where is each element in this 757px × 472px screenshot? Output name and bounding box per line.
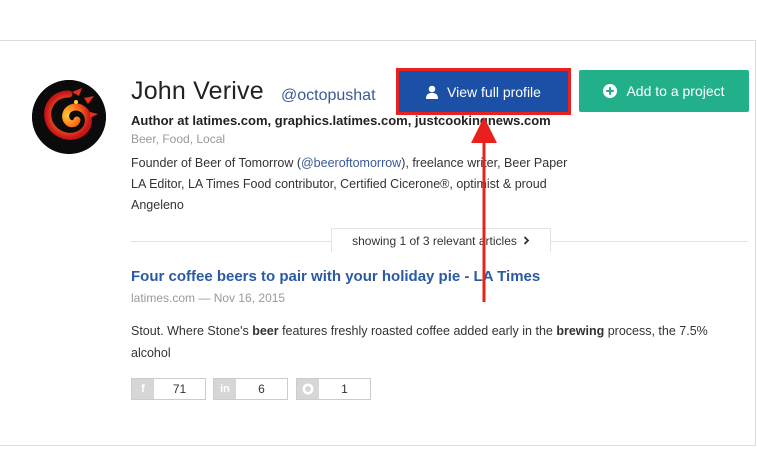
linkedin-icon: in bbox=[214, 379, 236, 399]
pinterest-share-button[interactable]: 1 bbox=[296, 378, 371, 400]
article-date: Nov 16, 2015 bbox=[213, 291, 286, 305]
linkedin-share-button[interactable]: in 6 bbox=[213, 378, 288, 400]
view-full-profile-button[interactable]: View full profile bbox=[396, 68, 571, 115]
avatar[interactable] bbox=[32, 80, 106, 154]
profile-bio: Founder of Beer of Tomorrow (@beeroftomo… bbox=[131, 153, 571, 216]
plus-circle-icon bbox=[603, 84, 618, 98]
meta-separator: — bbox=[198, 291, 211, 305]
snippet-highlight: brewing bbox=[556, 324, 605, 338]
article-pager[interactable]: showing 1 of 3 relevant articles bbox=[331, 228, 551, 252]
snippet-part: features freshly roasted coffee added ea… bbox=[278, 324, 557, 338]
bio-twitter-link[interactable]: @beeroftomorrow bbox=[301, 156, 401, 170]
chevron-right-icon[interactable] bbox=[523, 236, 530, 245]
snippet-highlight: beer bbox=[252, 324, 279, 338]
article-snippet: Stout. Where Stone's beer features fresh… bbox=[131, 320, 731, 364]
profile-handle[interactable]: @octopushat bbox=[281, 87, 376, 105]
facebook-icon: f bbox=[132, 379, 154, 399]
article-source: latimes.com bbox=[131, 291, 196, 305]
linkedin-share-count: 6 bbox=[258, 382, 265, 396]
user-icon bbox=[426, 85, 439, 99]
bio-text-start: Founder of Beer of Tomorrow ( bbox=[131, 156, 301, 170]
pager-label: showing 1 of 3 relevant articles bbox=[352, 233, 517, 248]
add-to-project-button[interactable]: Add to a project bbox=[579, 70, 749, 112]
profile-name: John Verive bbox=[131, 77, 264, 105]
pinterest-icon bbox=[297, 379, 319, 399]
article-meta: latimes.com — Nov 16, 2015 bbox=[131, 291, 285, 305]
add-to-project-label: Add to a project bbox=[626, 83, 725, 99]
view-full-profile-label: View full profile bbox=[447, 83, 541, 100]
article-title-link[interactable]: Four coffee beers to pair with your holi… bbox=[131, 268, 540, 285]
dragon-logo-icon bbox=[32, 80, 106, 154]
profile-tags: Beer, Food, Local bbox=[131, 132, 226, 146]
pinterest-share-count: 1 bbox=[341, 382, 348, 396]
snippet-part: Stout. Where Stone's bbox=[131, 324, 253, 338]
facebook-share-count: 71 bbox=[172, 382, 187, 396]
author-line: Author at latimes.com, graphics.latimes.… bbox=[131, 113, 551, 128]
facebook-share-button[interactable]: f 71 bbox=[131, 378, 206, 400]
